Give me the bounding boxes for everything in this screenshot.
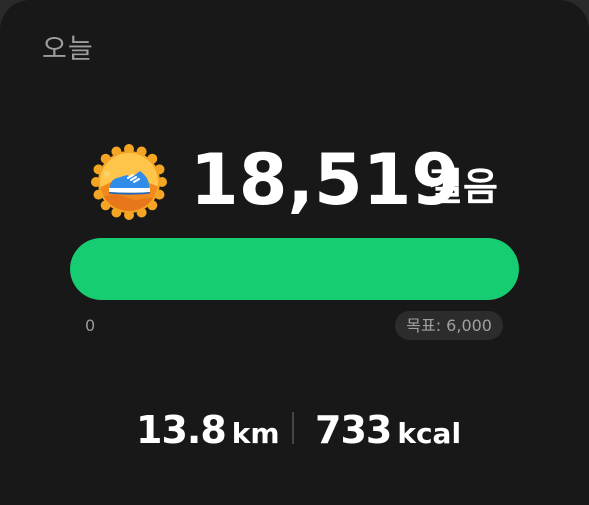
steps-card[interactable]: 오늘 18,519 걸음 0 목표: 6,000 13.8 km 733 kca… [0, 0, 589, 505]
progress-scale-start: 0 [85, 316, 96, 335]
card-title: 오늘 [42, 34, 94, 65]
step-count: 18,519 [190, 139, 461, 221]
distance-unit: km [231, 417, 280, 450]
calories-stat: 733 kcal [315, 400, 461, 460]
distance-stat: 13.8 km [136, 400, 280, 460]
stats-divider [292, 412, 294, 444]
calories-value: 733 [315, 408, 392, 452]
goal-badge: 목표: 6,000 [395, 311, 503, 340]
running-shoe-badge-icon [91, 144, 167, 220]
distance-value: 13.8 [136, 408, 227, 452]
steps-summary: 18,519 걸음 [0, 140, 589, 220]
activity-stats: 13.8 km 733 kcal [0, 400, 589, 460]
step-unit: 걸음 [428, 165, 498, 209]
step-progress-fill [70, 238, 519, 300]
calories-unit: kcal [397, 417, 462, 450]
step-progress-bar [70, 238, 519, 300]
